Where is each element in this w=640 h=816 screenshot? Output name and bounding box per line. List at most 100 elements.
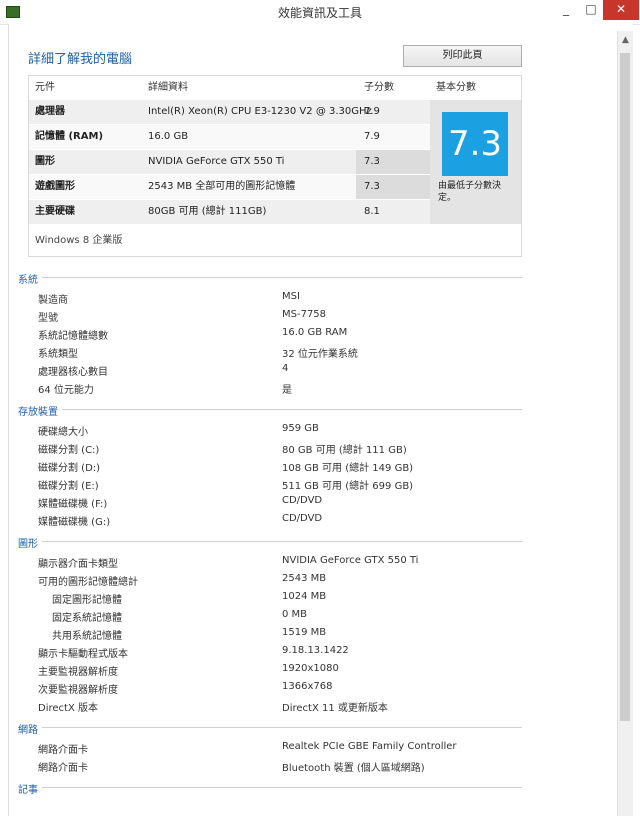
header-subscore: 子分數 xyxy=(364,82,394,93)
info-label: 磁碟分割 (C:) xyxy=(38,445,100,456)
close-button[interactable]: ✕ xyxy=(603,0,639,20)
scroll-thumb[interactable] xyxy=(620,53,630,721)
info-row: 製造商 MSI xyxy=(38,291,518,306)
section-title: 存放裝置 xyxy=(18,403,62,418)
row-subscore: 8.1 xyxy=(364,206,380,217)
row-subscore: 7.9 xyxy=(364,106,380,117)
section-system-header: 系統 xyxy=(18,271,522,286)
section-title: 圖形 xyxy=(18,535,42,550)
summary-row-gaming-graphics: 遊戲圖形 2543 MB 全部可用的圖形記憶體 7.3 xyxy=(29,175,430,199)
info-value: 16.0 GB RAM xyxy=(282,327,348,338)
info-label: 型號 xyxy=(38,313,58,324)
row-name: 記憶體 (RAM) xyxy=(35,131,104,142)
info-row: 媒體磁碟機 (F:) CD/DVD xyxy=(38,495,518,510)
info-row: 媒體磁碟機 (G:) CD/DVD xyxy=(38,513,518,528)
row-detail: NVIDIA GeForce GTX 550 Ti xyxy=(148,156,285,167)
info-row: 顯示器介面卡類型 NVIDIA GeForce GTX 550 Ti xyxy=(38,555,518,570)
section-title: 記事 xyxy=(18,781,42,796)
info-value: 9.18.13.1422 xyxy=(282,645,349,656)
vertical-scrollbar[interactable]: ▲ xyxy=(617,31,633,816)
info-value: 1366x768 xyxy=(282,681,333,692)
header-component: 元件 xyxy=(35,82,55,93)
info-label: 次要監視器解析度 xyxy=(38,685,118,696)
info-label: 製造商 xyxy=(38,295,68,306)
row-name: 處理器 xyxy=(35,106,65,117)
base-score-note: 由最低子分數決定。 xyxy=(438,181,502,203)
info-row: 固定系統記憶體 0 MB xyxy=(38,609,518,624)
info-label: 顯示卡驅動程式版本 xyxy=(38,649,128,660)
content-area: 詳細了解我的電腦 列印此頁 元件 詳細資料 子分數 基本分數 處理器 Intel… xyxy=(18,31,616,816)
info-label: 固定系統記憶體 xyxy=(52,613,122,624)
info-label: 媒體磁碟機 (G:) xyxy=(38,517,111,528)
info-value: 2543 MB xyxy=(282,573,327,584)
window-title: 效能資訊及工具 xyxy=(277,6,362,20)
info-label: 系統記憶體總數 xyxy=(38,331,108,342)
section-divider xyxy=(18,727,522,728)
header-details: 詳細資料 xyxy=(148,82,188,93)
info-value: CD/DVD xyxy=(282,513,323,524)
info-row: 共用系統記憶體 1519 MB xyxy=(38,627,518,642)
info-value: MSI xyxy=(282,291,300,302)
summary-row-memory: 記憶體 (RAM) 16.0 GB 7.9 xyxy=(29,125,430,149)
info-value: DirectX 11 或更新版本 xyxy=(282,703,388,714)
row-subscore: 7.3 xyxy=(364,181,380,192)
section-divider xyxy=(18,277,522,278)
info-value: 1920x1080 xyxy=(282,663,339,674)
info-value: 0 MB xyxy=(282,609,308,620)
summary-row-graphics: 圖形 NVIDIA GeForce GTX 550 Ti 7.3 xyxy=(29,150,430,174)
row-detail: 80GB 可用 (總計 111GB) xyxy=(148,206,267,217)
info-value: 80 GB 可用 (總計 111 GB) xyxy=(282,445,407,456)
info-row: 系統類型 32 位元作業系統 xyxy=(38,345,518,360)
section-storage-header: 存放裝置 xyxy=(18,403,522,418)
info-label: 固定圖形記憶體 xyxy=(52,595,122,606)
row-detail: 16.0 GB xyxy=(148,131,189,142)
minimize-button[interactable]: _ xyxy=(553,0,579,20)
summary-row-processor: 處理器 Intel(R) Xeon(R) CPU E3-1230 V2 @ 3.… xyxy=(29,100,430,124)
info-label: 網路介面卡 xyxy=(38,745,88,756)
header-base-score: 基本分數 xyxy=(436,82,476,93)
info-value: 1024 MB xyxy=(282,591,327,602)
info-value: 4 xyxy=(282,363,289,374)
info-label: 64 位元能力 xyxy=(38,385,94,396)
info-row: 處理器核心數目 4 xyxy=(38,363,518,378)
info-row: 型號 MS-7758 xyxy=(38,309,518,324)
info-label: 共用系統記憶體 xyxy=(52,631,122,642)
info-value: 959 GB xyxy=(282,423,319,434)
row-subscore: 7.9 xyxy=(364,131,380,142)
info-label: 顯示器介面卡類型 xyxy=(38,559,118,570)
info-label: DirectX 版本 xyxy=(38,703,98,714)
row-detail: 2543 MB 全部可用的圖形記憶體 xyxy=(148,181,296,192)
section-graphics-header: 圖形 xyxy=(18,535,522,550)
info-label: 媒體磁碟機 (F:) xyxy=(38,499,108,510)
info-value: 511 GB 可用 (總計 699 GB) xyxy=(282,481,414,492)
info-label: 處理器核心數目 xyxy=(38,367,108,378)
base-score-tile: 7.3 xyxy=(442,112,508,176)
section-title: 網路 xyxy=(18,721,42,736)
info-label: 磁碟分割 (E:) xyxy=(38,481,99,492)
title-bar: 效能資訊及工具 _ □ ✕ xyxy=(0,0,640,25)
row-detail: Intel(R) Xeon(R) CPU E3-1230 V2 @ 3.30GH… xyxy=(148,106,372,117)
maximize-button[interactable]: □ xyxy=(578,0,604,20)
print-page-button[interactable]: 列印此頁 xyxy=(403,45,522,67)
info-row: 系統記憶體總數 16.0 GB RAM xyxy=(38,327,518,342)
score-summary-panel: 元件 詳細資料 子分數 基本分數 處理器 Intel(R) Xeon(R) CP… xyxy=(28,75,522,257)
info-value: CD/DVD xyxy=(282,495,323,506)
info-row: 磁碟分割 (D:) 108 GB 可用 (總計 149 GB) xyxy=(38,459,518,474)
info-value: Realtek PCIe GBE Family Controller xyxy=(282,741,457,752)
info-row: 磁碟分割 (E:) 511 GB 可用 (總計 699 GB) xyxy=(38,477,518,492)
info-label: 網路介面卡 xyxy=(38,763,88,774)
info-row: 固定圖形記憶體 1024 MB xyxy=(38,591,518,606)
info-label: 硬碟總大小 xyxy=(38,427,88,438)
section-network-header: 網路 xyxy=(18,721,522,736)
info-label: 系統類型 xyxy=(38,349,78,360)
info-row: 64 位元能力 是 xyxy=(38,381,518,396)
row-name: 主要硬碟 xyxy=(35,206,75,217)
info-label: 主要監視器解析度 xyxy=(38,667,118,678)
info-row: 網路介面卡 Bluetooth 裝置 (個人區域網路) xyxy=(38,759,518,774)
scroll-up-arrow-icon[interactable]: ▲ xyxy=(618,35,633,45)
info-value: NVIDIA GeForce GTX 550 Ti xyxy=(282,555,419,566)
info-label: 磁碟分割 (D:) xyxy=(38,463,101,474)
info-row: 磁碟分割 (C:) 80 GB 可用 (總計 111 GB) xyxy=(38,441,518,456)
summary-row-primary-disk: 主要硬碟 80GB 可用 (總計 111GB) 8.1 xyxy=(29,200,430,224)
section-notes-header: 記事 xyxy=(18,781,522,796)
